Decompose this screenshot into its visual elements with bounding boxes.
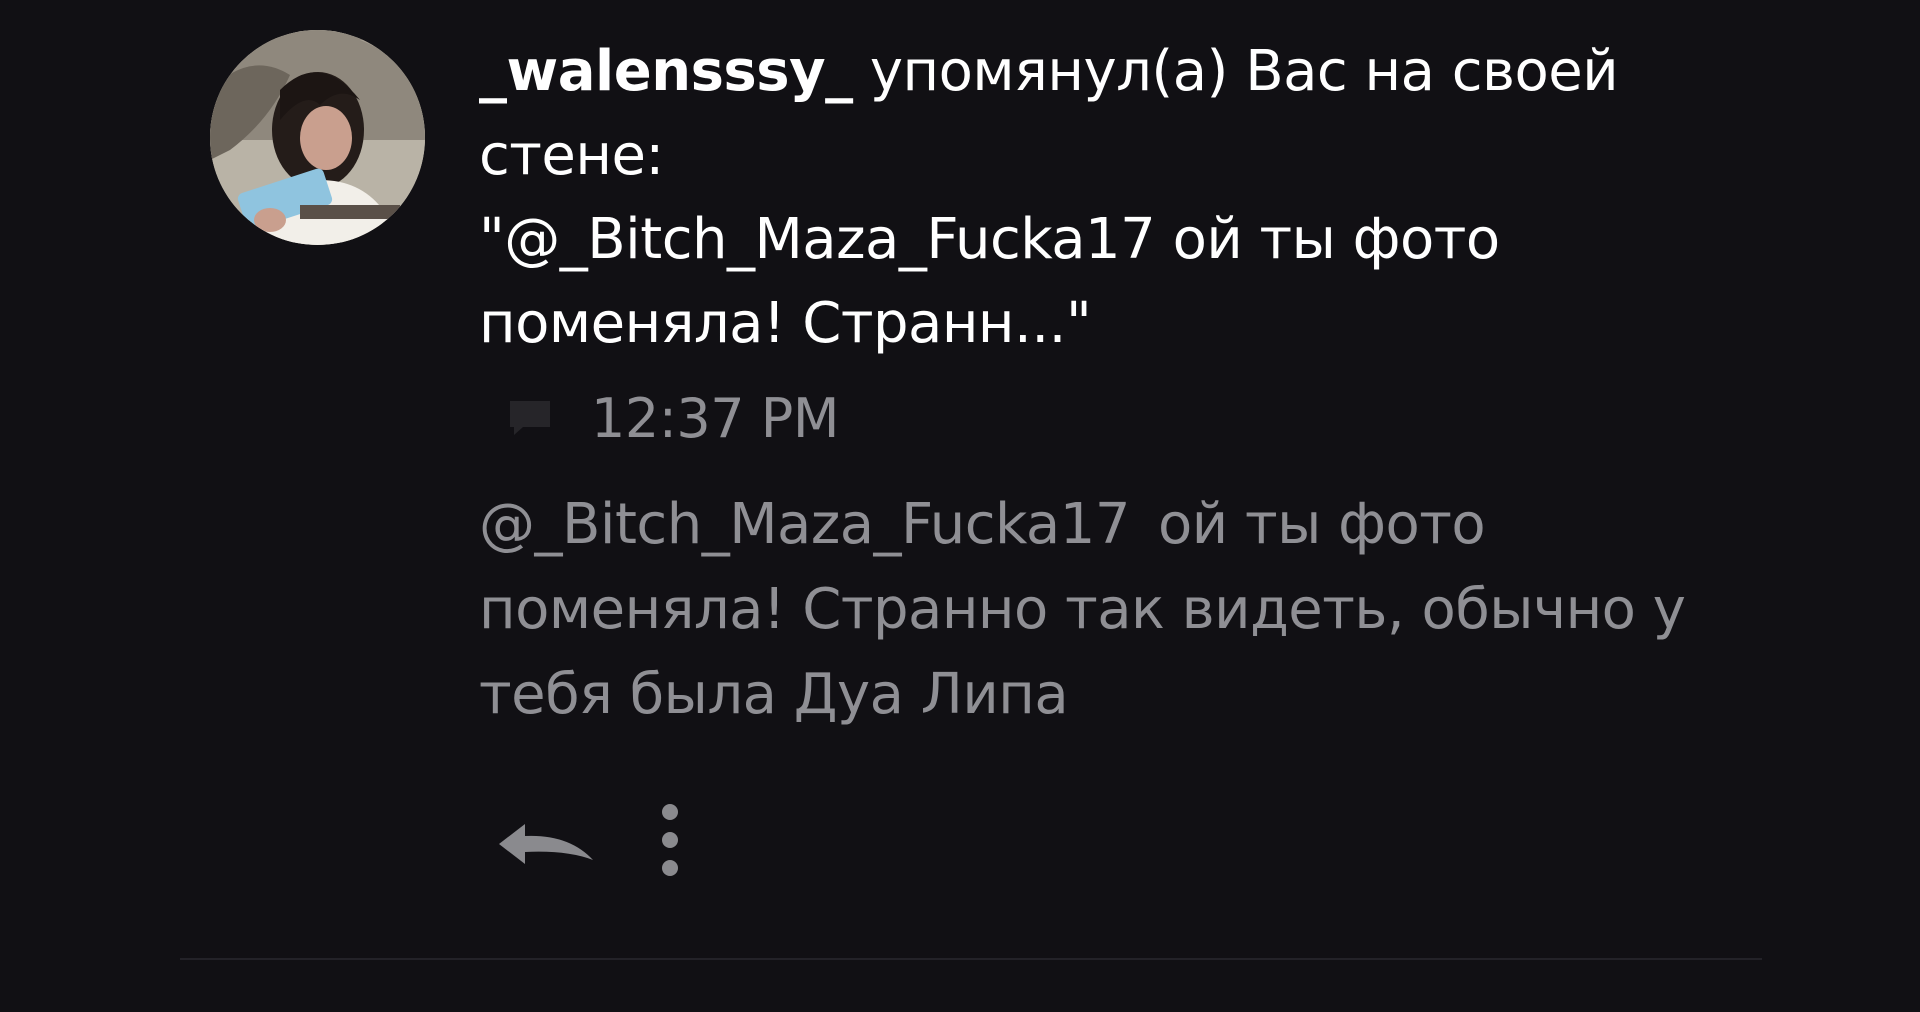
notification-content[interactable]: _walensssy_ упомянул(а) Вас на своей сте… (479, 30, 1729, 366)
divider (180, 958, 1762, 960)
quoted-preview: "@_Bitch_Maza_Fucka17 ой ты фото поменял… (479, 207, 1500, 356)
avatar-photo (210, 30, 425, 245)
comment-icon (510, 401, 550, 435)
comment-mention[interactable]: @_Bitch_Maza_Fucka17 (479, 492, 1131, 557)
action-bar (495, 800, 685, 880)
more-vertical-icon[interactable] (655, 800, 685, 880)
notification-headline: _walensssy_ упомянул(а) Вас на своей сте… (479, 30, 1729, 366)
notification-screen: _walensssy_ упомянул(а) Вас на своей сте… (0, 0, 1920, 1012)
comment-text: @_Bitch_Maza_Fucka17 ой ты фото поменяла!… (479, 482, 1729, 737)
username-link[interactable]: _walensssy_ (479, 39, 853, 104)
avatar[interactable] (210, 30, 425, 245)
notification-meta: 12:37 PM (507, 386, 839, 450)
timestamp: 12:37 PM (591, 386, 839, 450)
reply-icon[interactable] (495, 810, 599, 870)
